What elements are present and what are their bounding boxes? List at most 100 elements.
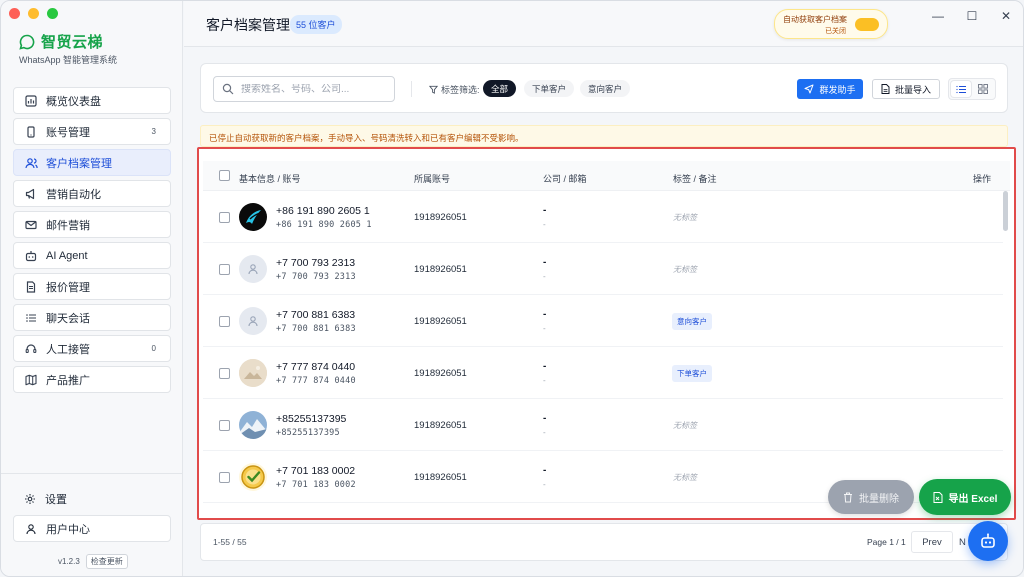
auto-fetch-status: 已关闭 — [825, 28, 846, 35]
table-row[interactable]: +7 777 874 0440 +7 777 874 0440 19189260… — [203, 347, 1003, 399]
customer-table-panel: 基本信息 / 账号 所属账号 公司 / 邮箱 标签 / 备注 操作 +86 19… — [197, 147, 1016, 520]
top-header: 客户档案管理 55 位客户 自动获取客户档案 已关闭 — ☐ ✕ — [184, 1, 1023, 47]
sidebar-divider — [1, 473, 183, 474]
no-tag-label: 无标签 — [673, 473, 697, 482]
window-traffic-lights — [9, 8, 58, 19]
filter-chip-intent-customer[interactable]: 意向客户 — [580, 80, 631, 97]
notice-banner: 已停止自动获取新的客户档案，手动导入、号码清洗转入和已有客户编辑不受影响。 — [200, 125, 1008, 147]
row-checkbox[interactable] — [219, 212, 230, 223]
table-row[interactable]: +85255137395 +85255137395 1918926051 - -… — [203, 399, 1003, 451]
auto-fetch-title: 自动获取客户档案 — [783, 15, 847, 24]
row-checkbox[interactable] — [219, 368, 230, 379]
zoom-window-button[interactable] — [47, 8, 58, 19]
export-excel-button[interactable]: 导出 Excel — [919, 479, 1011, 515]
company-value: - — [543, 361, 547, 372]
sidebar-item-marketing[interactable]: 营销自动化 — [13, 180, 171, 207]
table-row[interactable]: +86 191 890 2605 1 +86 191 890 2605 1 19… — [203, 191, 1003, 243]
bulk-delete-label: 批量删除 — [859, 493, 899, 505]
row-checkbox[interactable] — [219, 420, 230, 431]
user-icon — [248, 316, 258, 327]
tag-badge[interactable]: 下单客户 — [672, 365, 712, 382]
pagination-bar: 1-55 / 55 Page 1 / 1 Prev N — [200, 523, 1008, 561]
filter-chip-all[interactable]: 全部 — [483, 80, 517, 97]
page-title: 客户档案管理 — [206, 17, 290, 33]
search-box[interactable] — [213, 76, 395, 102]
sidebar-item-label: AI Agent — [46, 249, 88, 262]
sidebar-item-chats[interactable]: 聊天会话 — [13, 304, 171, 331]
assistant-fab[interactable] — [968, 521, 1008, 561]
list-view-icon[interactable] — [951, 81, 971, 97]
search-input[interactable] — [241, 83, 381, 95]
mail-icon — [24, 218, 38, 232]
count-badge: 3 — [151, 127, 156, 136]
user-icon — [24, 522, 38, 536]
select-all-checkbox[interactable] — [219, 170, 230, 183]
owner-account: 1918926051 — [414, 316, 467, 327]
maximize-icon[interactable]: ☐ — [965, 9, 979, 23]
sidebar-item-promotion[interactable]: 产品推广 — [13, 366, 171, 393]
column-header-company: 公司 / 邮箱 — [543, 174, 587, 184]
sidebar-item-ai-agent[interactable]: AI Agent — [13, 242, 171, 269]
owner-account: 1918926051 — [414, 420, 467, 431]
settings-label: 设置 — [45, 493, 67, 506]
document-icon — [24, 280, 38, 294]
sidebar-item-label: 产品推广 — [46, 374, 90, 387]
row-checkbox[interactable] — [219, 264, 230, 275]
customer-phone: +85255137395 — [276, 413, 347, 425]
check-update-button[interactable]: 检查更新 — [85, 554, 128, 569]
photo-avatar — [239, 359, 267, 387]
sidebar-item-handover[interactable]: 人工接管 0 — [13, 335, 171, 362]
sidebar-item-email[interactable]: 邮件营销 — [13, 211, 171, 238]
user-center-label: 用户中心 — [46, 523, 90, 536]
sidebar-item-label: 概览仪表盘 — [46, 95, 101, 108]
close-icon[interactable]: ✕ — [999, 9, 1013, 23]
sidebar-nav: 概览仪表盘 账号管理 3 客户档案管理 营销自动化 邮件营销 AI Agent … — [13, 87, 171, 393]
customer-phone-sub: +7 700 793 2313 — [276, 272, 356, 282]
email-value: - — [543, 272, 546, 281]
phone-icon — [24, 125, 38, 139]
mass-send-button[interactable]: 群发助手 — [797, 79, 863, 99]
sidebar-item-settings[interactable]: 设置 — [13, 485, 171, 512]
sidebar-item-user-center[interactable]: 用户中心 — [13, 515, 171, 542]
email-value: - — [543, 220, 546, 229]
sidebar-item-dashboard[interactable]: 概览仪表盘 — [13, 87, 171, 114]
bulk-delete-button[interactable]: 批量删除 — [828, 480, 914, 514]
column-header-actions: 操作 — [973, 174, 992, 184]
table-row[interactable]: +7 700 881 6383 +7 700 881 6383 19189260… — [203, 295, 1003, 347]
close-window-button[interactable] — [9, 8, 20, 19]
owner-account: 1918926051 — [414, 264, 467, 275]
user-icon — [248, 264, 258, 275]
trash-icon — [844, 492, 852, 502]
auto-fetch-toggle[interactable] — [855, 18, 879, 31]
tag-badge[interactable]: 意向客户 — [672, 313, 712, 330]
file-icon — [881, 84, 890, 94]
customer-phone: +7 777 874 0440 — [276, 361, 356, 373]
minimize-window-button[interactable] — [28, 8, 39, 19]
view-toggle — [948, 78, 996, 100]
no-tag-label: 无标签 — [673, 213, 697, 222]
auto-fetch-card[interactable]: 自动获取客户档案 已关闭 — [774, 9, 888, 39]
logo-avatar — [239, 203, 267, 231]
sidebar-item-label: 营销自动化 — [46, 188, 101, 201]
prev-page-button[interactable]: Prev — [911, 531, 953, 553]
sidebar-item-accounts[interactable]: 账号管理 3 — [13, 118, 171, 145]
customer-phone-sub: +7 700 881 6383 — [276, 324, 356, 334]
sidebar-item-label: 报价管理 — [46, 281, 90, 294]
grid-view-icon[interactable] — [973, 81, 993, 97]
table-scrollbar[interactable] — [1003, 191, 1008, 231]
bulk-import-button[interactable]: 批量导入 — [872, 79, 940, 99]
window-controls: — ☐ ✕ — [931, 9, 1013, 23]
sidebar-item-customers[interactable]: 客户档案管理 — [13, 149, 171, 176]
row-checkbox[interactable] — [219, 316, 230, 327]
row-checkbox[interactable] — [219, 472, 230, 483]
owner-account: 1918926051 — [414, 368, 467, 379]
list-icon — [24, 311, 38, 325]
tag-filter-label: 标签筛选: — [429, 83, 480, 96]
company-value: - — [543, 465, 547, 476]
sidebar-item-quotes[interactable]: 报价管理 — [13, 273, 171, 300]
minimize-icon[interactable]: — — [931, 9, 945, 23]
owner-account: 1918926051 — [414, 472, 467, 483]
excel-file-icon — [933, 491, 943, 503]
filter-chip-order-customer[interactable]: 下单客户 — [524, 80, 575, 97]
table-row[interactable]: +7 700 793 2313 +7 700 793 2313 19189260… — [203, 243, 1003, 295]
